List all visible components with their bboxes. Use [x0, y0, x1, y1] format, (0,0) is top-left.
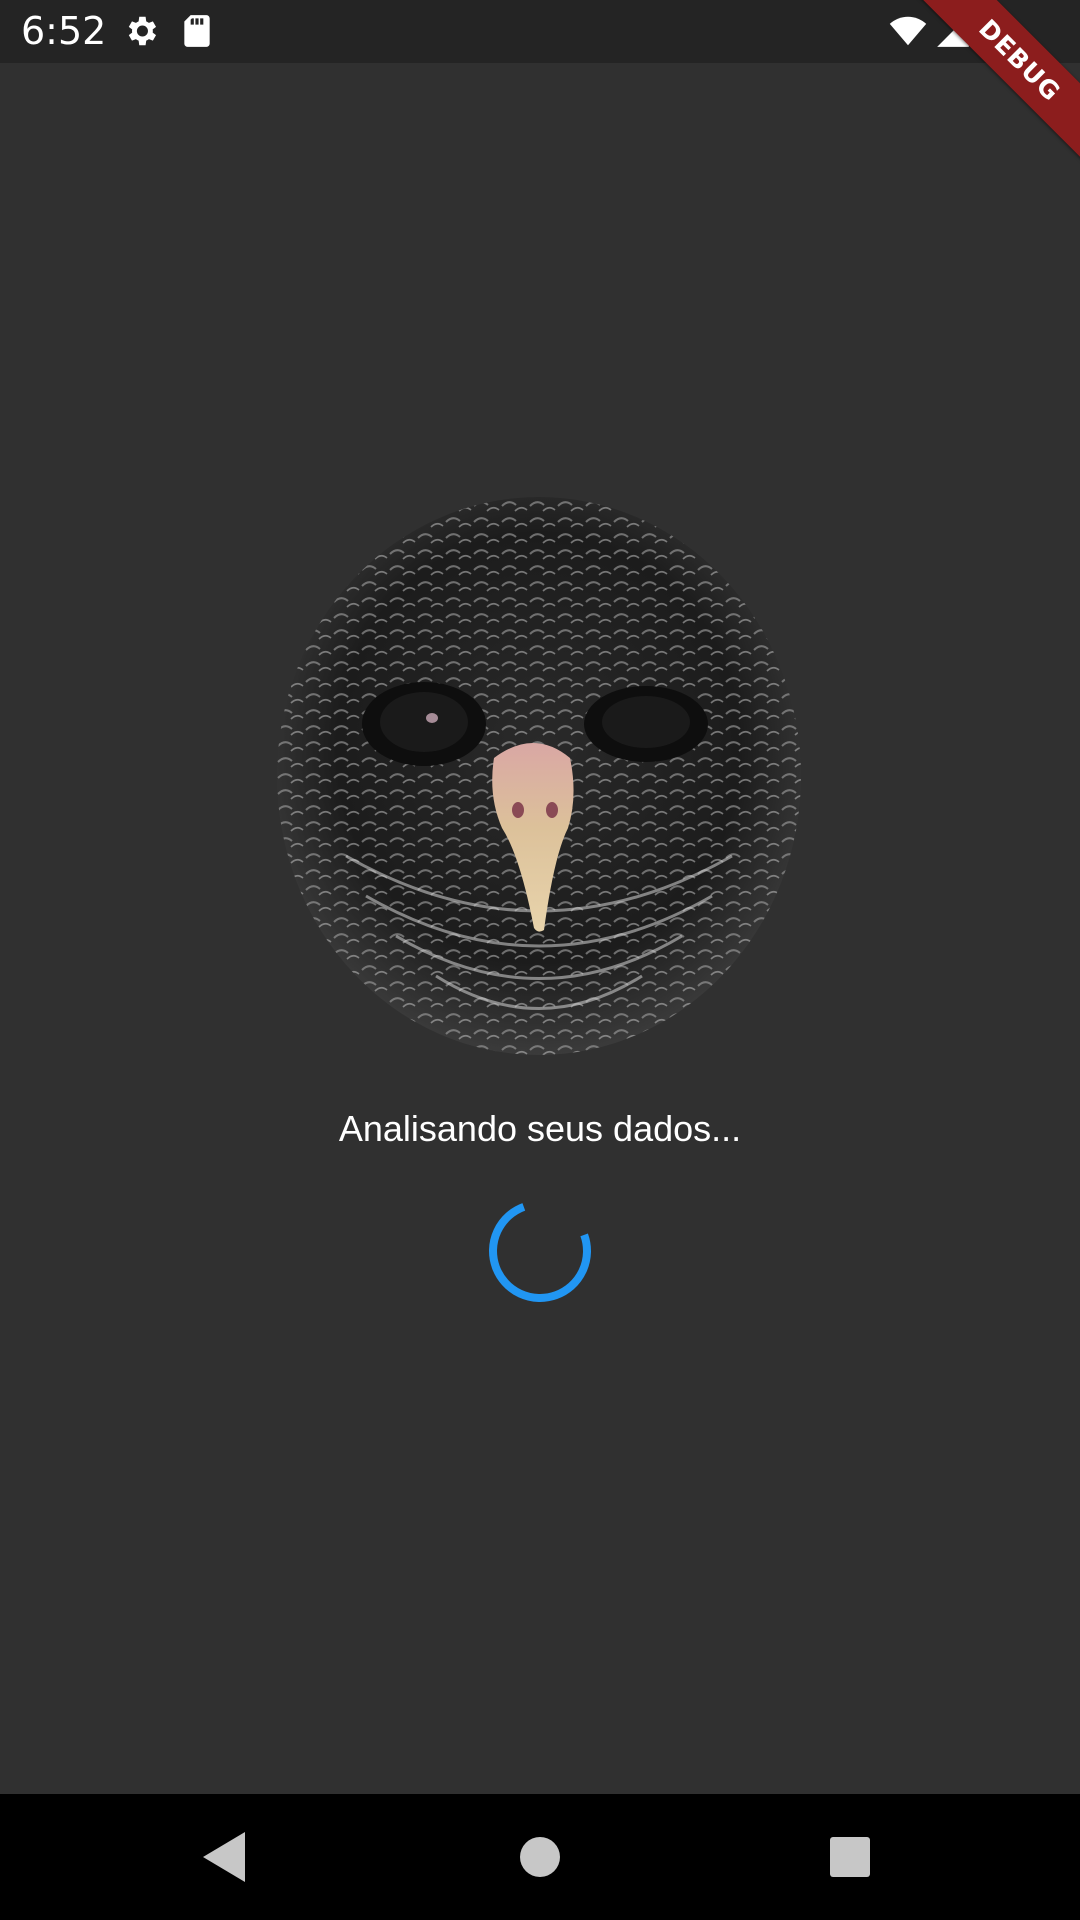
gear-icon [122, 12, 160, 50]
owl-avatar [276, 496, 802, 1056]
app-screen: 6:52 DEBUG Analisando seus dados... [0, 0, 1080, 1920]
sd-card-icon [178, 12, 216, 50]
loading-spinner [487, 1198, 593, 1304]
wifi-icon [889, 12, 927, 50]
status-time: 6:52 [21, 9, 107, 53]
back-icon[interactable] [191, 1824, 257, 1890]
status-bar: 6:52 [0, 0, 1080, 63]
navigation-bar [0, 1794, 1080, 1920]
recents-icon[interactable] [817, 1824, 883, 1890]
home-icon[interactable] [507, 1824, 573, 1890]
loading-message: Analisando seus dados... [338, 1108, 742, 1149]
